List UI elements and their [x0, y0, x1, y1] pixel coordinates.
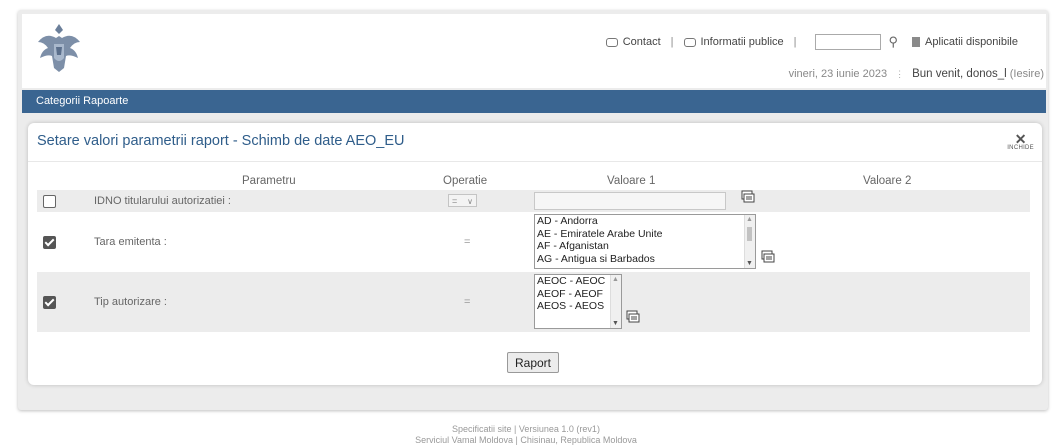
- param-label: Tara emitenta :: [94, 236, 167, 248]
- raport-button[interactable]: Raport: [507, 352, 559, 373]
- param-checkbox[interactable]: [43, 195, 56, 208]
- table-header: Parametru Operatie Valoare 1 Valoare 2: [37, 170, 1030, 190]
- chevron-down-icon: ∨: [467, 197, 473, 206]
- category-bar: Categorii Rapoarte: [22, 90, 1046, 113]
- param-label: Tip autorizare :: [94, 296, 167, 308]
- list-item[interactable]: AEOC - AEOC: [535, 275, 621, 288]
- public-info-link[interactable]: Informatii publice: [683, 36, 784, 48]
- table-row: Tip autorizare : = AEOC - AEOC AEOF - AE…: [37, 272, 1030, 332]
- apps-icon: [912, 37, 921, 47]
- top-links: Contact | Informatii publice | ⚲ Aplicat…: [605, 34, 1018, 50]
- welcome-text: Bun venit, donos_l: [912, 68, 1007, 80]
- search-icon[interactable]: ⚲: [889, 34, 899, 50]
- param-checkbox[interactable]: [43, 236, 56, 249]
- list-item[interactable]: AD - Andorra: [535, 215, 755, 228]
- footer-address: Serviciul Vamal Moldova | Chisinau, Repu…: [415, 435, 637, 445]
- table-row: IDNO titularului autorizatiei : = ∨: [37, 190, 1030, 212]
- close-label: INCHIDE: [1007, 145, 1034, 151]
- listbox-scrollbar[interactable]: ▲ ▼: [610, 275, 621, 328]
- value-picker-icon[interactable]: [626, 310, 640, 324]
- coat-of-arms-logo: [28, 20, 90, 76]
- list-item[interactable]: AE - Emiratele Arabe Unite: [535, 228, 755, 241]
- apps-link[interactable]: Aplicatii disponibile: [904, 36, 1018, 48]
- idno-input[interactable]: [534, 192, 726, 210]
- category-bar-label[interactable]: Categorii Rapoarte: [36, 95, 128, 107]
- envelope-icon: [683, 37, 696, 47]
- operation-value: =: [464, 296, 471, 308]
- close-button[interactable]: ✕ INCHIDE: [1007, 131, 1034, 151]
- envelope-icon: [605, 37, 618, 47]
- operation-value: =: [464, 236, 471, 248]
- col-header-valoare2: Valoare 2: [863, 175, 912, 187]
- list-item[interactable]: AF - Afganistan: [535, 240, 755, 253]
- close-icon: ✕: [1014, 131, 1027, 147]
- user-info: vineri, 23 iunie 2023 ⋮ Bun venit, donos…: [789, 68, 1044, 80]
- param-label: IDNO titularului autorizatiei :: [94, 195, 231, 207]
- logout-link[interactable]: (Iesire): [1010, 68, 1044, 80]
- table-row: Tara emitenta : = AD - Andorra AE - Emir…: [37, 212, 1030, 272]
- country-listbox[interactable]: AD - Andorra AE - Emiratele Arabe Unite …: [534, 214, 756, 269]
- separator: |: [793, 36, 797, 48]
- operation-select[interactable]: = ∨: [448, 194, 477, 207]
- col-header-valoare1: Valoare 1: [607, 175, 656, 187]
- contact-link[interactable]: Contact: [605, 36, 661, 48]
- current-date: vineri, 23 iunie 2023: [788, 68, 888, 80]
- value-picker-icon[interactable]: [761, 250, 775, 264]
- divider: [28, 161, 1042, 162]
- report-params-panel: Setare valori parametrii raport - Schimb…: [28, 123, 1042, 385]
- value-picker-icon[interactable]: [741, 190, 755, 204]
- listbox-scrollbar[interactable]: ▲ ▼: [744, 215, 755, 268]
- authorization-type-listbox[interactable]: AEOC - AEOC AEOF - AEOF AEOS - AEOS ▲ ▼: [534, 274, 622, 329]
- list-item[interactable]: AEOF - AEOF: [535, 288, 621, 301]
- col-header-parametru: Parametru: [242, 175, 296, 187]
- param-checkbox[interactable]: [43, 296, 56, 309]
- search-input[interactable]: [814, 34, 881, 50]
- header: Contact | Informatii publice | ⚲ Aplicat…: [22, 14, 1046, 88]
- list-item[interactable]: AG - Antigua si Barbados: [535, 253, 755, 266]
- params-table: Parametru Operatie Valoare 1 Valoare 2 I…: [37, 170, 1030, 332]
- footer-links[interactable]: Specificatii site | Versiunea 1.0 (rev1): [0, 424, 1052, 434]
- separator: ⋮: [895, 68, 905, 79]
- separator: |: [670, 36, 674, 48]
- col-header-operatie: Operatie: [443, 175, 488, 187]
- panel-title: Setare valori parametrii raport - Schimb…: [37, 133, 405, 149]
- list-item[interactable]: AEOS - AEOS: [535, 300, 621, 313]
